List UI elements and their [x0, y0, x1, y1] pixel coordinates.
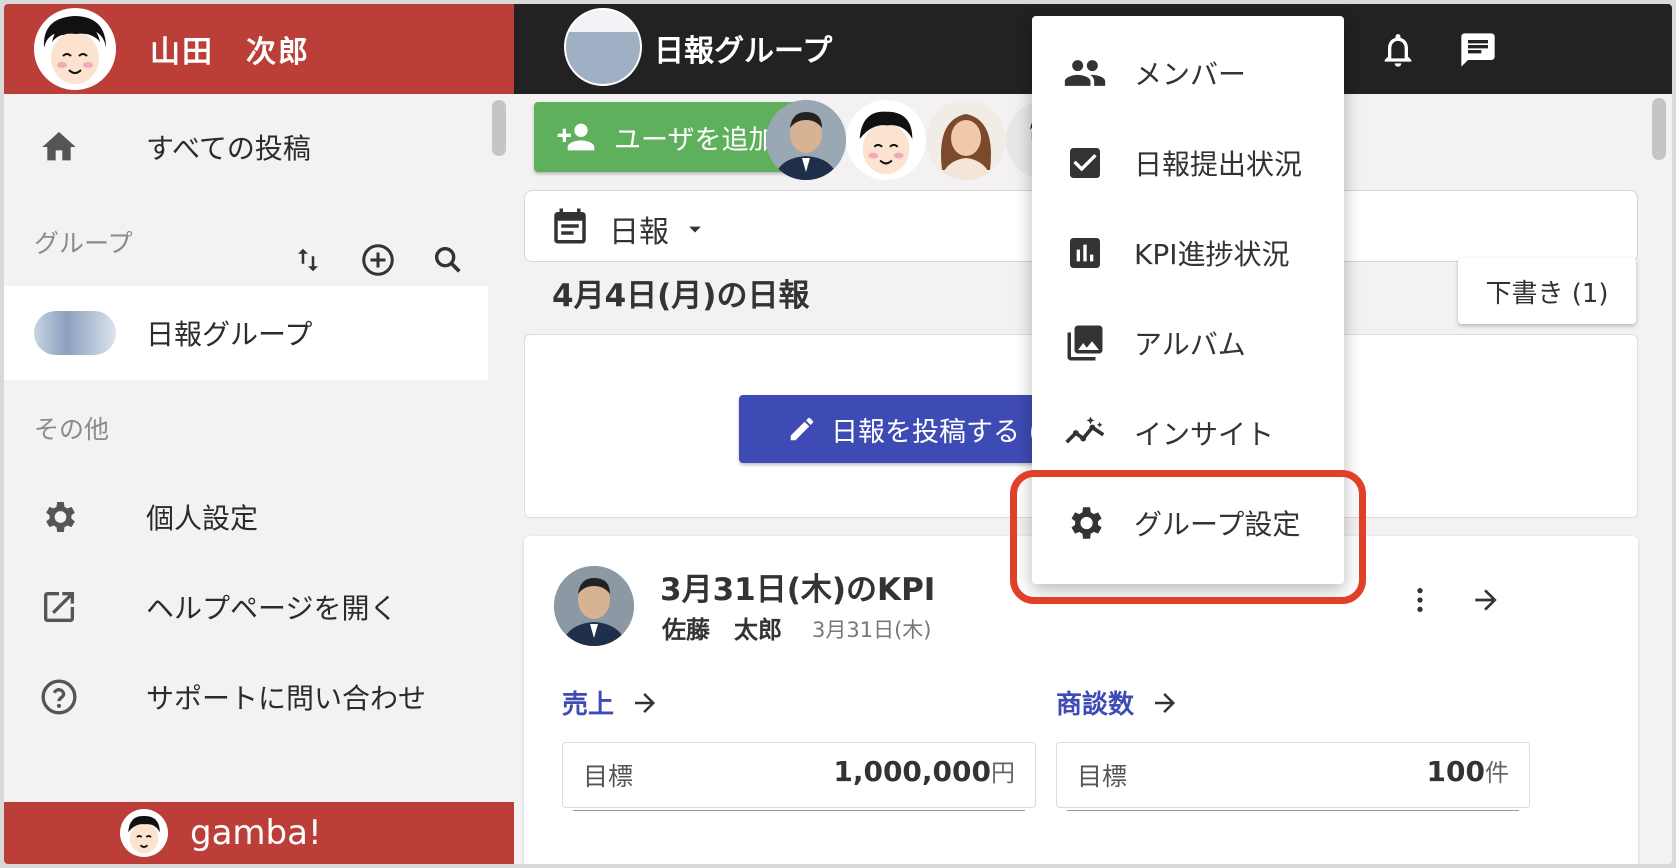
sidebar-item-all-posts[interactable]: すべての投稿 [4, 100, 488, 194]
menu-item-label: アルバム [1134, 328, 1246, 361]
open-in-new-icon [36, 584, 82, 630]
main-scrollbar[interactable] [1652, 98, 1666, 160]
sidebar-item-label: すべての投稿 [146, 132, 311, 165]
metric-link-deals[interactable]: 商談数 [1056, 684, 1180, 721]
sidebar-item-support[interactable]: サポートに問い合わせ [4, 650, 488, 744]
more-vert-icon[interactable] [1404, 584, 1436, 616]
kpi-author: 佐藤 太郎 [662, 616, 782, 644]
arrow-forward-icon [630, 688, 660, 718]
sidebar-item-label: サポートに問い合わせ [146, 682, 427, 715]
highlight-frame [1010, 470, 1366, 604]
page-title: 日報グループ [654, 34, 833, 69]
menu-item-label: メンバー [1134, 58, 1247, 91]
member-avatar[interactable] [766, 100, 846, 180]
metric-value: 100件 [1426, 755, 1509, 788]
metric-link-sales[interactable]: 売上 [562, 684, 660, 721]
group-section-title: グループ [34, 229, 133, 258]
brand-name: gamba! [190, 813, 322, 853]
sidebar-item-personal-settings[interactable]: 個人設定 [4, 470, 488, 564]
checkbox-icon [1062, 140, 1108, 186]
bar-chart-icon [1062, 230, 1108, 276]
drafts-button[interactable]: 下書き (1) [1458, 258, 1636, 324]
calendar-icon [549, 205, 591, 247]
dropdown-arrow-icon [681, 215, 709, 243]
metric-value: 1,000,000円 [833, 755, 1015, 788]
sidebar-item-label: 個人設定 [146, 502, 259, 535]
menu-item-kpi-progress[interactable]: KPI進捗状況 [1032, 208, 1344, 298]
other-section-title: その他 [34, 415, 110, 444]
menu-item-label: 日報提出状況 [1134, 148, 1303, 181]
bell-icon[interactable] [1378, 30, 1418, 70]
app-window: 山田 次郎 すべての投稿 グループ 日報グループ その他 個人設定 ヘルプページ… [4, 4, 1672, 864]
arrow-forward-icon[interactable] [1470, 584, 1502, 616]
metric-box-sales: 目標 1,000,000円 [562, 742, 1036, 811]
add-user-label: ユーザを追加 [614, 124, 776, 156]
report-type-value: 日報 [609, 215, 669, 250]
menu-item-label: インサイト [1134, 418, 1275, 451]
gear-icon [36, 494, 82, 540]
help-circle-icon [36, 674, 82, 720]
sidebar-item-label: ヘルプページを開く [146, 592, 398, 625]
sidebar-scrollbar[interactable] [492, 100, 506, 156]
sidebar-footer: gamba! [4, 802, 514, 864]
user-avatar[interactable] [34, 8, 116, 90]
member-avatar[interactable] [926, 100, 1006, 180]
photo-library-icon [1062, 320, 1108, 366]
sidebar-header: 山田 次郎 [4, 4, 514, 94]
sidebar-group-nippo[interactable]: 日報グループ [4, 286, 488, 380]
metric-key: 目標 [583, 762, 634, 791]
kpi-date: 3月31日(木) [812, 618, 932, 642]
metric-name: 商談数 [1056, 690, 1135, 720]
group-avatar [564, 8, 642, 86]
metric-box-deals: 目標 100件 [1056, 742, 1530, 811]
chat-icon[interactable] [1458, 30, 1498, 70]
person-add-icon [556, 117, 596, 157]
sort-icon[interactable] [284, 236, 332, 284]
brand-logo-icon [120, 809, 168, 857]
sidebar-item-label: 日報グループ [146, 318, 313, 351]
add-circle-icon[interactable] [354, 236, 402, 284]
arrow-forward-icon [1150, 688, 1180, 718]
menu-item-members[interactable]: メンバー [1032, 28, 1344, 118]
author-avatar[interactable] [554, 566, 634, 646]
search-icon[interactable] [424, 236, 472, 284]
metric-key: 目標 [1077, 762, 1128, 791]
menu-item-album[interactable]: アルバム [1032, 298, 1344, 388]
menu-item-submission-status[interactable]: 日報提出状況 [1032, 118, 1344, 208]
metric-name: 売上 [562, 690, 615, 720]
sidebar: 山田 次郎 すべての投稿 グループ 日報グループ その他 個人設定 ヘルプページ… [4, 4, 514, 864]
menu-item-insights[interactable]: インサイト [1032, 388, 1344, 478]
home-icon [36, 124, 82, 170]
date-heading: 4月4日(月)の日報 [552, 278, 810, 314]
user-name: 山田 次郎 [150, 35, 310, 70]
sidebar-item-help-page[interactable]: ヘルプページを開く [4, 560, 488, 654]
pencil-icon [787, 414, 817, 444]
kpi-title: 3月31日(木)のKPI [660, 572, 936, 608]
group-tools [284, 236, 472, 284]
people-icon [1062, 50, 1108, 96]
member-avatar[interactable] [846, 100, 926, 180]
group-thumbnail [34, 311, 116, 355]
insights-icon [1062, 410, 1108, 456]
menu-item-label: KPI進捗状況 [1134, 238, 1290, 271]
